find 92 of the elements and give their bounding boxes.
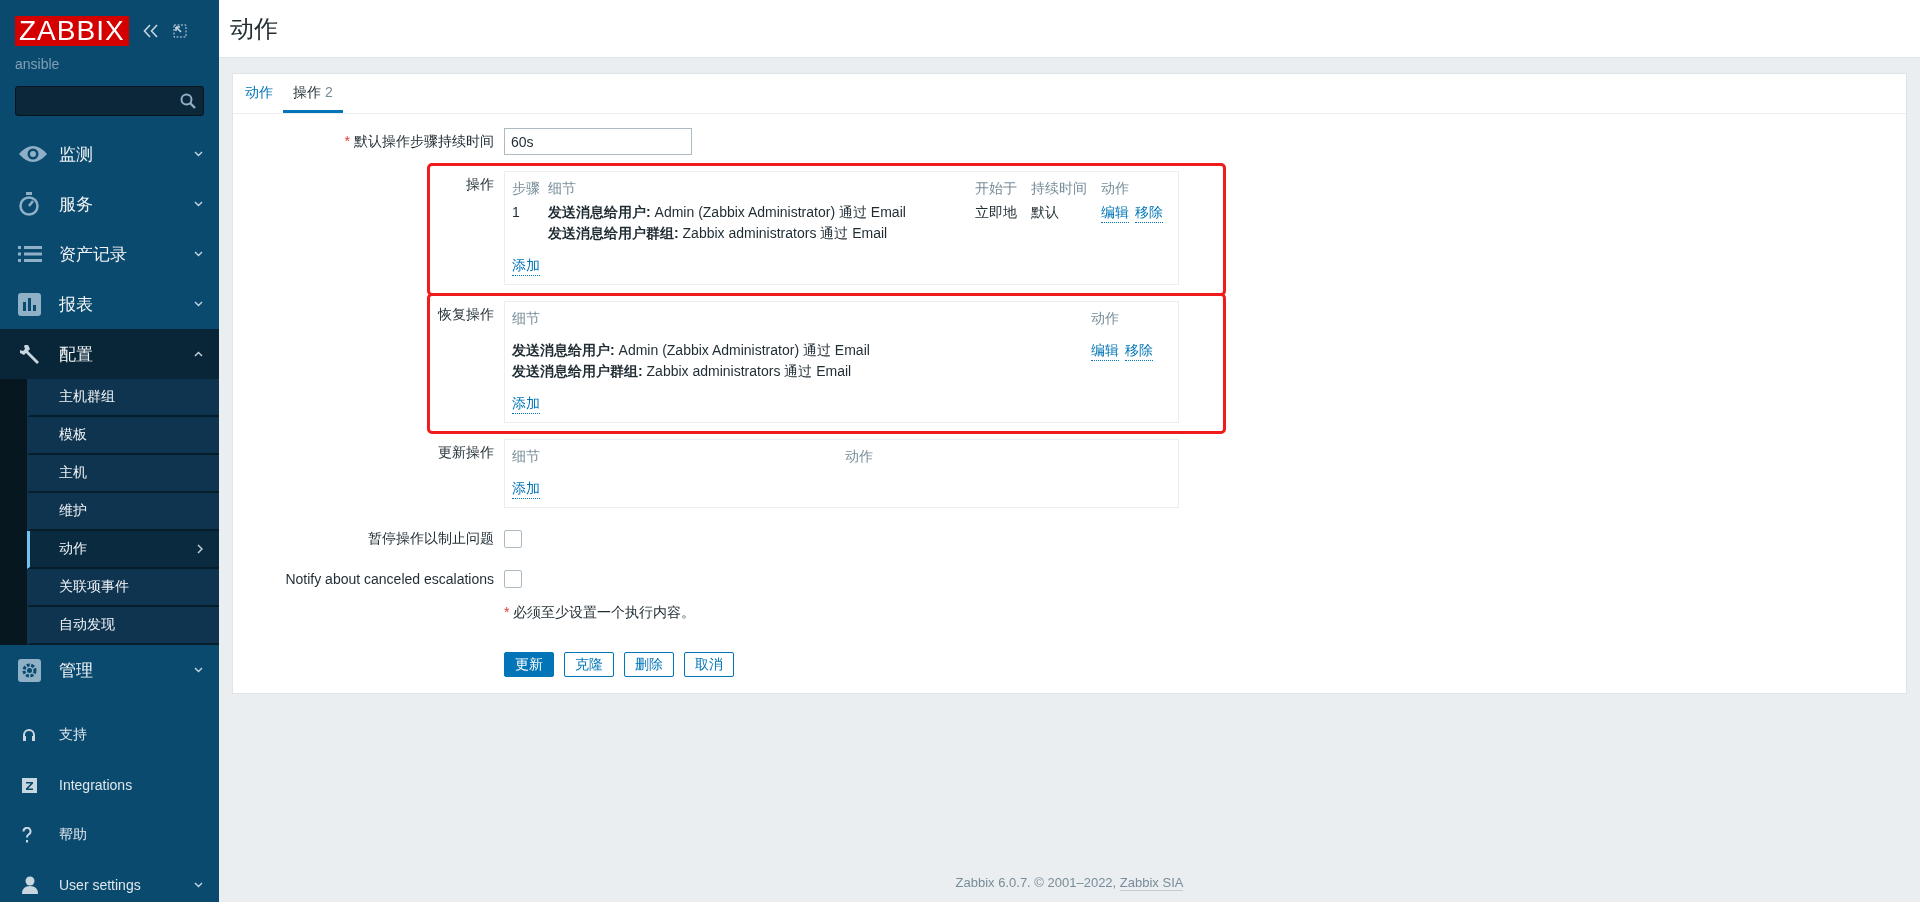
action-link[interactable]: 编辑 bbox=[1101, 204, 1129, 223]
tab[interactable]: 操作 2 bbox=[283, 74, 343, 113]
chevron-up-icon[interactable] bbox=[194, 351, 203, 357]
field-label: * 默认操作步骤持续时间 bbox=[343, 132, 494, 151]
wrench-icon bbox=[18, 342, 42, 366]
collapse-icon[interactable] bbox=[142, 24, 159, 38]
menu-item[interactable]: 资产记录 bbox=[0, 229, 219, 279]
add-link[interactable]: 添加 bbox=[512, 257, 540, 276]
column-header: 动作 bbox=[1091, 310, 1120, 328]
column-header: 细节 bbox=[512, 448, 541, 466]
column-header: 动作 bbox=[844, 448, 874, 466]
operation-detail: 发送消息给用户: Admin (Zabbix Administrator) 通过 Email bbox=[548, 204, 907, 222]
step-number: 1 bbox=[512, 204, 521, 220]
column-header: 细节 bbox=[548, 180, 577, 198]
menu-item[interactable]: 帮助 bbox=[0, 810, 219, 860]
search-icon[interactable] bbox=[180, 93, 196, 109]
server-name: ansible bbox=[14, 55, 61, 72]
column-header: 步骤 bbox=[512, 180, 541, 198]
operation-detail: 发送消息给用户群组: Zabbix administrators 通过 Email bbox=[512, 363, 853, 381]
submenu-item[interactable]: 自动发现 bbox=[27, 607, 219, 645]
copyright-text: Zabbix 6.0.7. © 2001–2022, bbox=[955, 875, 1117, 890]
bar-chart-icon bbox=[18, 292, 41, 316]
form-button[interactable]: 克隆 bbox=[564, 652, 614, 677]
menu-item[interactable]: 支持 bbox=[0, 710, 219, 760]
field-label: 更新操作 bbox=[437, 443, 494, 462]
submenu-item[interactable]: 主机群组 bbox=[27, 379, 219, 417]
chevron-down-icon[interactable] bbox=[194, 251, 203, 257]
menu-item[interactable]: User settings bbox=[0, 860, 219, 902]
start-time: 立即地 bbox=[975, 204, 1018, 222]
action-link[interactable]: 编辑 bbox=[1091, 342, 1119, 361]
duration: 默认 bbox=[1031, 204, 1060, 222]
chevron-down-icon[interactable] bbox=[194, 667, 203, 673]
search-field[interactable] bbox=[15, 86, 204, 116]
tab[interactable]: 动作 bbox=[235, 74, 283, 113]
menu-item[interactable]: 管理 bbox=[0, 645, 219, 695]
menu-label: 服务 bbox=[59, 193, 94, 216]
menu-label: 资产记录 bbox=[59, 243, 128, 266]
checkbox[interactable] bbox=[504, 530, 522, 548]
form-button[interactable]: 取消 bbox=[684, 652, 734, 677]
field-label: 操作 bbox=[465, 175, 494, 194]
checkbox-label: 暂停操作以制止问题 bbox=[367, 530, 494, 548]
gear-icon bbox=[18, 658, 41, 682]
menu-label: 管理 bbox=[59, 659, 94, 682]
logo[interactable]: ZABBIX bbox=[15, 16, 129, 46]
duration-input[interactable]: 60s bbox=[504, 128, 692, 155]
action-link[interactable]: 移除 bbox=[1135, 204, 1163, 223]
question-mark-icon bbox=[22, 827, 32, 843]
operation-detail: 发送消息给用户: Admin (Zabbix Administrator) 通过 Email bbox=[512, 342, 871, 360]
menu-label: Integrations bbox=[59, 777, 134, 793]
z-logo-icon bbox=[22, 777, 37, 793]
chevron-down-icon[interactable] bbox=[194, 882, 203, 888]
kiosk-mode-icon[interactable] bbox=[172, 24, 187, 38]
chevron-right-icon bbox=[197, 544, 203, 554]
headset-icon bbox=[22, 728, 36, 742]
eye-icon bbox=[18, 144, 48, 164]
checkbox-label: Notify about canceled escalations bbox=[284, 571, 494, 587]
chevron-down-icon[interactable] bbox=[194, 301, 203, 307]
menu-item[interactable]: 配置 bbox=[0, 329, 219, 379]
menu-label: 配置 bbox=[59, 343, 94, 366]
list-icon bbox=[18, 245, 42, 263]
submenu-item[interactable]: 主机 bbox=[27, 455, 219, 493]
add-link[interactable]: 添加 bbox=[512, 395, 540, 414]
stopwatch-icon bbox=[18, 192, 40, 216]
field-label: 恢复操作 bbox=[436, 305, 494, 324]
form-button[interactable]: 删除 bbox=[624, 652, 674, 677]
checkbox[interactable] bbox=[504, 570, 522, 588]
user-icon bbox=[22, 876, 38, 894]
menu-label: 帮助 bbox=[59, 826, 88, 844]
column-header: 细节 bbox=[512, 310, 541, 328]
menu-label: 报表 bbox=[59, 293, 94, 316]
menu-label: User settings bbox=[59, 877, 142, 893]
column-header: 开始于 bbox=[975, 180, 1018, 198]
menu-item[interactable]: 报表 bbox=[0, 279, 219, 329]
menu-item[interactable]: Integrations bbox=[0, 760, 219, 810]
chevron-down-icon[interactable] bbox=[194, 151, 203, 157]
menu-item[interactable]: 服务 bbox=[0, 179, 219, 229]
action-link[interactable]: 移除 bbox=[1125, 342, 1153, 361]
menu-item[interactable]: 监测 bbox=[0, 129, 219, 179]
submenu-item[interactable]: 维护 bbox=[27, 493, 219, 531]
menu-label: 支持 bbox=[59, 726, 88, 744]
menu-label: 监测 bbox=[59, 143, 94, 166]
submenu-item[interactable]: 关联项事件 bbox=[27, 569, 219, 607]
submenu-item[interactable]: 动作 bbox=[27, 531, 219, 569]
add-link[interactable]: 添加 bbox=[512, 480, 540, 499]
page-title: 动作 bbox=[230, 13, 278, 44]
form-button[interactable]: 更新 bbox=[504, 652, 554, 677]
column-header: 持续时间 bbox=[1031, 180, 1088, 198]
chevron-down-icon[interactable] bbox=[194, 201, 203, 207]
required-note: * 必须至少设置一个执行内容。 bbox=[504, 604, 697, 622]
submenu-item[interactable]: 模板 bbox=[27, 417, 219, 455]
column-header: 动作 bbox=[1101, 180, 1130, 198]
operation-detail: 发送消息给用户群组: Zabbix administrators 通过 Email bbox=[548, 225, 889, 243]
